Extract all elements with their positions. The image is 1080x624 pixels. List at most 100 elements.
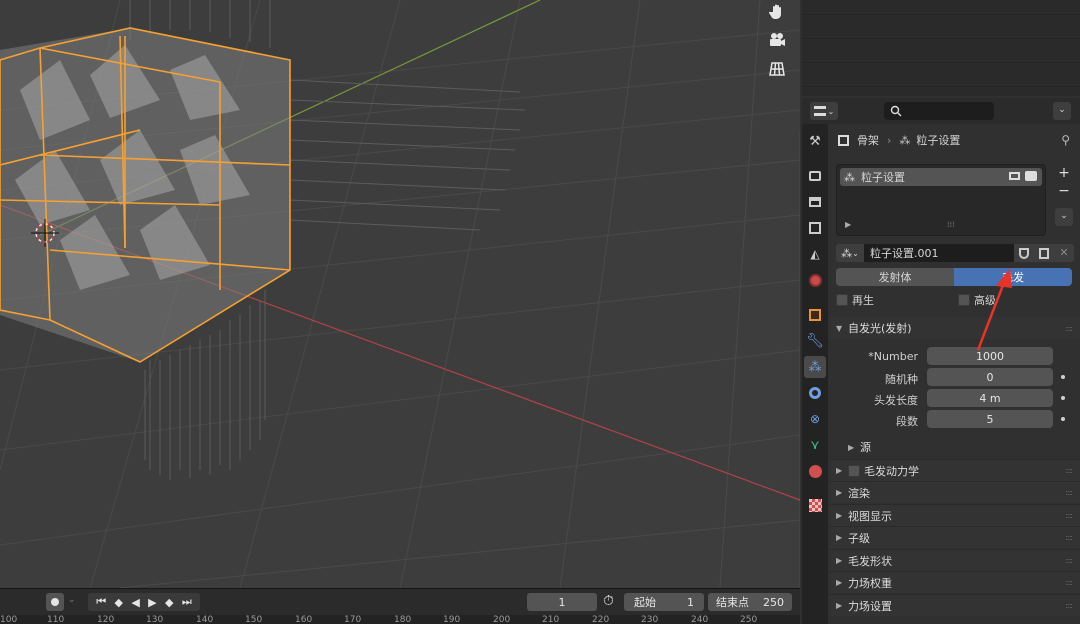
list-item[interactable]: ⁂ 粒子设置 [840, 168, 1042, 186]
armature-data-icon: ⋎ [810, 437, 820, 453]
physics-icon [809, 387, 821, 399]
divider [802, 14, 1080, 15]
drag-grip-icon[interactable]: :::: [1065, 511, 1073, 520]
record-button[interactable] [46, 593, 64, 611]
particles-icon: ⁂ [808, 359, 822, 375]
keyframe-dot-icon[interactable] [1061, 375, 1065, 379]
hair-dynamics-checkbox[interactable] [848, 464, 860, 477]
chevron-down-icon[interactable]: ⌄ [68, 595, 76, 605]
play-icon[interactable]: ▶ [148, 596, 156, 609]
monitor-icon[interactable] [1009, 172, 1020, 180]
output-tab[interactable] [804, 191, 826, 213]
checker-icon [808, 498, 822, 512]
keyframe-dot-icon[interactable] [1061, 396, 1065, 400]
hair-dynamics-panel-header[interactable]: ▶ 毛发动力学 :::: [830, 459, 1080, 481]
hair-length-field[interactable]: 4 m [927, 389, 1053, 407]
end-frame-field[interactable]: 结束点 250 [708, 593, 792, 611]
tool-tab[interactable]: ⚒ [804, 130, 826, 152]
ruler-tick: 250 [740, 615, 758, 624]
hair-shape-panel-header[interactable]: ▶ 毛发形状 :::: [830, 549, 1080, 571]
drag-grip-icon[interactable]: :::: [1065, 488, 1073, 497]
viewport-display-panel-header[interactable]: ▶ 视图显示 :::: [830, 504, 1080, 526]
force-field-settings-panel-header[interactable]: ▶ 力场设置 :::: [830, 594, 1080, 616]
drag-grip-icon[interactable]: :::: [1065, 601, 1073, 610]
constraints-tab[interactable]: ⊗ [804, 408, 826, 430]
current-frame-field[interactable]: 1 [527, 593, 597, 611]
ruler-tick: 230 [641, 615, 659, 624]
material-icon [808, 464, 822, 478]
options-dropdown[interactable]: ⌄ [1053, 102, 1071, 120]
stopwatch-icon[interactable]: ⏱ [603, 593, 614, 609]
drag-grip-icon[interactable]: :::: [1065, 324, 1073, 333]
search-icon [890, 105, 902, 117]
segments-field[interactable]: 5 [927, 410, 1053, 428]
particles-tab[interactable]: ⁂ [804, 356, 826, 378]
search-input[interactable] [884, 102, 994, 120]
ruler-tick: 240 [691, 615, 709, 624]
scene-tab[interactable]: ◭ [804, 243, 826, 265]
seed-field[interactable]: 0 [927, 368, 1053, 386]
collapsed-arrow-icon: ▶ [836, 601, 843, 610]
camera-icon[interactable] [764, 28, 790, 52]
next-keyframe-icon[interactable]: ◆ [165, 596, 173, 609]
image-icon [809, 222, 821, 234]
collapsed-arrow-icon: ▶ [836, 511, 843, 520]
jump-end-icon[interactable]: ⏭ [182, 595, 192, 609]
specials-menu-button[interactable]: ⌄ [1055, 208, 1073, 226]
drag-grip-icon[interactable]: :::: [1065, 533, 1073, 542]
hand-icon[interactable] [764, 0, 790, 24]
data-tab[interactable]: ⋎ [804, 434, 826, 456]
grid-view-icon[interactable] [764, 57, 790, 81]
jump-start-icon[interactable]: ⏮ [96, 595, 106, 609]
printer-icon [809, 197, 821, 207]
render-panel-header[interactable]: ▶ 渲染 :::: [830, 481, 1080, 503]
drag-grip-icon[interactable]: :::: [1065, 466, 1073, 475]
camera-icon[interactable] [1025, 171, 1037, 181]
frame-ruler[interactable]: 100 110 120 130 140 150 160 170 180 190 … [0, 615, 800, 624]
source-subpanel-header[interactable]: ▶ 源 [830, 436, 1080, 458]
collapsed-arrow-icon: ▶ [836, 488, 843, 497]
divider [802, 86, 1080, 87]
ruler-tick: 190 [443, 615, 461, 624]
emitter-type-tab[interactable]: 发射体 [836, 268, 954, 286]
material-tab[interactable] [804, 460, 826, 482]
emission-panel-header[interactable]: ▼ 自发光(发射) :::: [830, 317, 1080, 339]
object-tab[interactable] [804, 304, 826, 326]
add-slot-button[interactable]: + [1055, 164, 1073, 182]
ruler-tick: 140 [196, 615, 214, 624]
object-data-icon [838, 134, 849, 146]
view-layer-tab[interactable] [804, 217, 826, 239]
field-weights-panel-header[interactable]: ▶ 力场权重 :::: [830, 571, 1080, 593]
remove-slot-button[interactable]: − [1055, 182, 1073, 200]
editor-type-button[interactable]: ⌄ [810, 102, 838, 120]
render-tab[interactable] [804, 165, 826, 187]
world-tab[interactable] [804, 269, 826, 291]
play-reverse-icon[interactable]: ◀ [131, 596, 139, 609]
breadcrumb: 骨架 › ⁂ 粒子设置 ⚲ [830, 130, 1080, 150]
physics-tab[interactable] [804, 382, 826, 404]
children-panel-header[interactable]: ▶ 子级 :::: [830, 526, 1080, 548]
pin-icon[interactable]: ⚲ [1061, 133, 1070, 147]
outliner-panel[interactable] [802, 0, 1080, 96]
texture-tab[interactable] [804, 494, 826, 516]
unlink-button[interactable]: ✕ [1054, 244, 1074, 262]
prev-keyframe-icon[interactable]: ◆ [114, 596, 122, 609]
wrench-icon: 🔧︎ [806, 333, 824, 349]
divider [802, 62, 1080, 63]
regrow-checkbox[interactable]: 再生 [836, 292, 874, 308]
start-frame-field[interactable]: 起始 1 [624, 593, 704, 611]
viewport-scene [0, 0, 800, 588]
particles-icon: ⁂ [844, 170, 855, 184]
3d-viewport[interactable] [0, 0, 800, 588]
expand-arrow-icon[interactable]: ▶ [845, 220, 851, 229]
drag-grip-icon[interactable]: :::: [1065, 578, 1073, 587]
keyframe-dot-icon[interactable] [1061, 417, 1065, 421]
modifier-tab[interactable]: 🔧︎ [804, 330, 826, 352]
resize-grip-icon[interactable]: ⁞⁞⁞ [947, 220, 955, 229]
divider [802, 38, 1080, 39]
drag-grip-icon[interactable]: :::: [1065, 556, 1073, 565]
browse-settings-button[interactable]: ⁂ ⌄ [836, 244, 864, 262]
shield-icon [1019, 247, 1029, 259]
particle-system-list[interactable]: ⁂ 粒子设置 ▶ ⁞⁞⁞ [836, 164, 1046, 236]
expanded-arrow-icon: ▼ [836, 323, 843, 333]
